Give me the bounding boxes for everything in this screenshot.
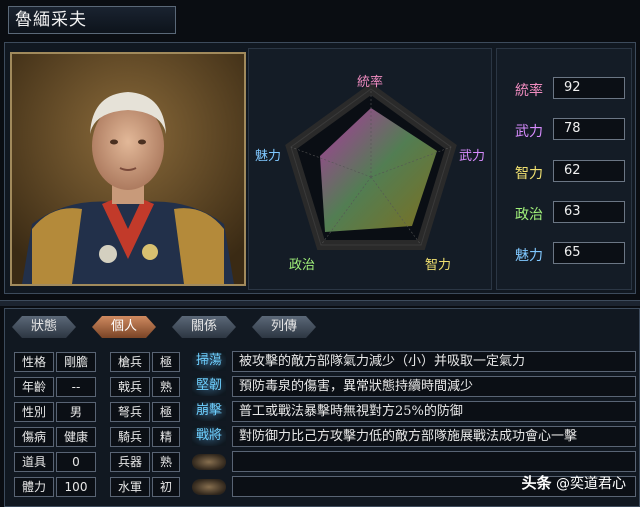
skill-description: 被攻擊的敵方部隊氣力減少（小）并吸取一定氣力 [232,351,636,372]
stat-value: 65 [553,242,625,264]
skill-tenacity-icon[interactable]: 堅韌 [192,376,226,396]
general-portrait [12,54,244,284]
portrait-frame [10,52,246,286]
stat-label: 武力 [515,124,543,140]
skill-sweep-icon[interactable]: 掃蕩 [192,351,226,371]
section-divider [0,300,640,306]
personal-value: 剛膽 [56,352,96,372]
aptitude-label: 騎兵 [110,427,150,447]
skill-crush-icon[interactable]: 崩擊 [192,401,226,421]
radar-label-intelligence: 智力 [425,258,452,273]
skill-description: 普工或戰法暴擊時無視對方25%的防御 [232,401,636,422]
skill-description: 預防毒泉的傷害，異常狀態持續時間減少 [232,376,636,397]
stat-value: 62 [553,160,625,182]
watermark: 头条 @奕道君心 [522,472,626,493]
personal-label: 傷病 [14,427,54,447]
personal-value: 100 [56,477,96,497]
personal-value: 男 [56,402,96,422]
personal-label: 道具 [14,452,54,472]
aptitude-grade: 精 [152,427,180,447]
stat-row-command: 統率 92 [511,77,629,101]
radar-label-command: 統率 [357,75,384,90]
radar-label-politics: 政治 [289,258,316,273]
stat-row-politics: 政治 63 [511,201,629,225]
stat-value: 63 [553,201,625,223]
aptitude-label: 水軍 [110,477,150,497]
empty-skill-slot-icon [192,479,226,495]
tab-biography[interactable]: 列傳 [252,316,316,338]
watermark-handle: @奕道君心 [556,476,626,492]
personal-label: 體力 [14,477,54,497]
tab-relations[interactable]: 關係 [172,316,236,338]
radar-label-strength: 武力 [459,149,486,164]
stat-value: 92 [553,77,625,99]
stat-row-charm: 魅力 65 [511,242,629,266]
personal-label: 性別 [14,402,54,422]
aptitude-label: 弩兵 [110,402,150,422]
skill-description-empty [232,451,636,472]
skill-warlord-icon[interactable]: 戰將 [192,426,226,446]
tab-personal[interactable]: 個人 [92,316,156,338]
stats-panel: 統率 92 武力 78 智力 62 政治 63 魅力 65 [496,48,632,290]
tab-status[interactable]: 狀態 [12,316,76,338]
stat-label: 統率 [515,83,543,99]
stat-label: 魅力 [515,248,543,264]
personal-label: 年齡 [14,377,54,397]
aptitude-grade: 熟 [152,452,180,472]
stat-value: 78 [553,118,625,140]
stat-row-intelligence: 智力 62 [511,160,629,184]
general-name-title: 魯緬采夫 [8,6,176,34]
aptitude-grade: 初 [152,477,180,497]
personal-value: -- [56,377,96,397]
watermark-brand: 头条 [521,474,552,492]
personal-value: 0 [56,452,96,472]
personal-value: 健康 [56,427,96,447]
attribute-radar: 統率 武力 智力 政治 魅力 [248,48,492,290]
aptitude-grade: 極 [152,402,180,422]
skill-description: 對防御力比己方攻擊力低的敵方部隊施展戰法成功會心一擊 [232,426,636,447]
radar-label-charm: 魅力 [255,149,282,164]
aptitude-label: 槍兵 [110,352,150,372]
aptitude-label: 兵器 [110,452,150,472]
empty-skill-slot-icon [192,454,226,470]
aptitude-grade: 極 [152,352,180,372]
stat-label: 政治 [515,207,543,223]
personal-label: 性格 [14,352,54,372]
stat-row-strength: 武力 78 [511,118,629,142]
aptitude-grade: 熟 [152,377,180,397]
aptitude-label: 戟兵 [110,377,150,397]
stat-label: 智力 [515,166,543,182]
